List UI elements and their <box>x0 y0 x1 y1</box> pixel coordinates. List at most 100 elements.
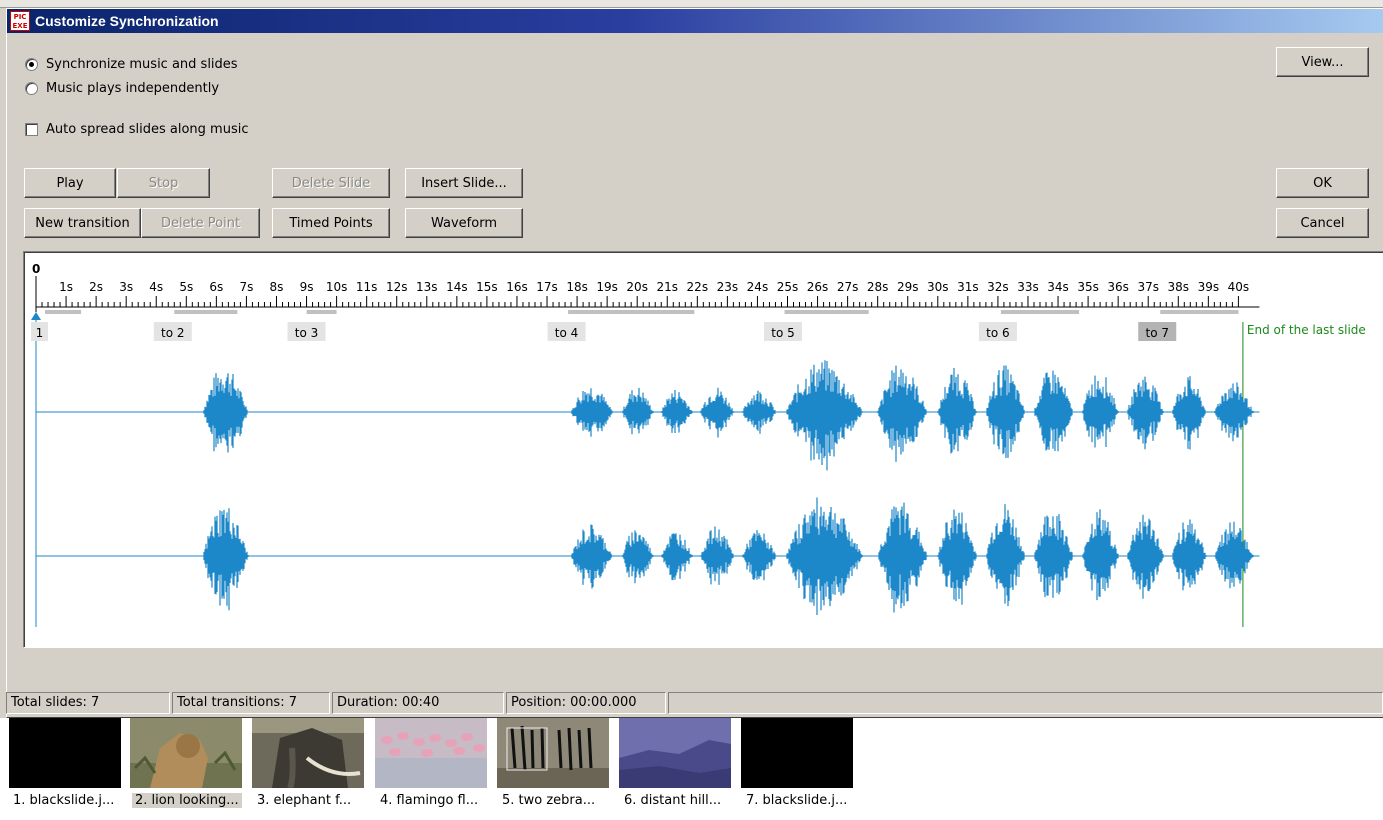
ruler-tick-label: 34s <box>1047 280 1069 294</box>
ruler-tick-label: 9s <box>300 280 314 294</box>
ruler-tick-label: 18s <box>566 280 588 294</box>
slide-label-2[interactable]: 2. lion looking... <box>132 793 242 808</box>
transition-duration-bar <box>784 310 869 314</box>
ruler-tick-label: 26s <box>807 280 829 294</box>
delete-slide-button[interactable]: Delete Slide <box>272 168 390 198</box>
status-total-transitions: Total transitions: 7 <box>172 692 330 714</box>
slide-thumbnail-5[interactable] <box>497 718 609 788</box>
ruler-tick-label: 1s <box>59 280 73 294</box>
ruler-tick-label: 39s <box>1198 280 1220 294</box>
checkbox[interactable] <box>25 122 38 136</box>
ruler-tick-label: 21s <box>656 280 678 294</box>
transition-marker-label: to 2 <box>161 326 185 340</box>
ruler-tick-label: 4s <box>149 280 163 294</box>
ok-button[interactable]: OK <box>1276 168 1369 198</box>
view-button[interactable]: View... <box>1276 47 1369 77</box>
zebra-thumbnail-image <box>497 718 609 788</box>
ruler-tick-label: 16s <box>506 280 528 294</box>
checkbox-auto-spread[interactable]: Auto spread slides along music <box>25 120 249 138</box>
slide-label-7[interactable]: 7. blackslide.j... <box>743 793 850 808</box>
transition-marker-label: to 6 <box>986 326 1010 340</box>
ruler-tick-label: 35s <box>1077 280 1099 294</box>
radio-button-selected[interactable] <box>25 57 38 71</box>
radio-independent[interactable]: Music plays independently <box>25 79 219 97</box>
ruler-tick-label: 36s <box>1107 280 1129 294</box>
distant-hills-thumbnail-image <box>619 718 731 788</box>
transition-duration-bar <box>45 310 82 314</box>
flamingo-thumbnail-image <box>375 718 487 788</box>
insert-slide-button[interactable]: Insert Slide... <box>405 168 523 198</box>
timed-points-button[interactable]: Timed Points <box>272 208 390 238</box>
ruler-tick-label: 37s <box>1137 280 1159 294</box>
lion-thumbnail-image <box>130 718 242 788</box>
ruler-tick-label: 10s <box>326 280 348 294</box>
transition-marker-label: 1 <box>36 326 44 340</box>
ruler-tick-label: 32s <box>987 280 1009 294</box>
slide-thumbnail-2[interactable] <box>130 718 242 788</box>
ruler-tick-label: 30s <box>927 280 949 294</box>
ruler-tick-label: 29s <box>897 280 919 294</box>
ruler-tick-label: 24s <box>747 280 769 294</box>
ruler-tick-label: 23s <box>717 280 739 294</box>
radio-synchronize[interactable]: Synchronize music and slides <box>25 55 238 73</box>
waveform-timeline-svg[interactable]: 0 1s 2s 3s 4s 5s 6s 7s 8s 9s 10s 11s 12s 13s 14s 15s 16s… <box>24 252 1383 648</box>
window-title: Customize Synchronization <box>35 13 219 29</box>
slide-thumbnail-7[interactable] <box>741 718 853 788</box>
ruler-tick-label: 13s <box>416 280 438 294</box>
radio-independent-label: Music plays independently <box>46 80 220 96</box>
transition-duration-bar <box>1000 310 1080 314</box>
cancel-button[interactable]: Cancel <box>1276 208 1369 238</box>
waveform-channel-left <box>202 360 1254 471</box>
status-empty-cell <box>668 692 1383 714</box>
ruler-tick-label: 11s <box>356 280 378 294</box>
slide-thumbnail-6[interactable] <box>619 718 731 788</box>
status-position: Position: 00:00.000 <box>506 692 666 714</box>
new-transition-button[interactable]: New transition <box>24 208 141 238</box>
transition-duration-bar <box>1160 310 1239 314</box>
transition-duration-bar <box>174 310 238 314</box>
ruler-tick-label: 6s <box>209 280 223 294</box>
ruler-tick-label: 38s <box>1168 280 1190 294</box>
radio-button[interactable] <box>25 81 38 95</box>
slide-thumbnail-1[interactable] <box>9 718 121 788</box>
playhead-marker <box>31 312 41 320</box>
slide-label-6[interactable]: 6. distant hill... <box>621 793 724 808</box>
ruler-tick-label: 15s <box>476 280 498 294</box>
ruler-tick-label: 27s <box>837 280 859 294</box>
checkbox-auto-spread-label: Auto spread slides along music <box>46 121 249 137</box>
slide-thumbnail-strip: 1. blackslide.j... 2. lion looking... 3.… <box>0 718 1383 820</box>
transition-duration-bar <box>568 310 695 314</box>
title-bar[interactable]: PIC EXE Customize Synchronization <box>7 9 1383 33</box>
elephant-thumbnail-image <box>252 718 364 788</box>
timeline-zero-label: 0 <box>32 262 40 276</box>
customize-synchronization-dialog: PIC EXE Customize Synchronization Synchr… <box>6 8 1383 718</box>
slide-label-1[interactable]: 1. blackslide.j... <box>10 793 117 808</box>
delete-point-button[interactable]: Delete Point <box>141 208 260 238</box>
ruler-tick-label: 25s <box>777 280 799 294</box>
status-total-slides: Total slides: 7 <box>6 692 170 714</box>
transition-duration-bar <box>306 310 337 314</box>
radio-synchronize-label: Synchronize music and slides <box>46 56 238 72</box>
transition-marker-label: to 4 <box>555 326 579 340</box>
transition-marker-label: to 5 <box>771 326 795 340</box>
transition-marker-label: to 7 <box>1145 326 1169 340</box>
ruler-tick-label: 40s <box>1228 280 1250 294</box>
play-button[interactable]: Play <box>24 168 116 198</box>
slide-label-4[interactable]: 4. flamingo fl... <box>377 793 481 808</box>
status-bar: Total slides: 7 Total transitions: 7 Dur… <box>6 692 1383 714</box>
waveform-button[interactable]: Waveform <box>405 208 523 238</box>
ruler-tick-label: 14s <box>446 280 468 294</box>
slide-label-3[interactable]: 3. elephant f... <box>254 793 354 808</box>
waveform-timeline-panel[interactable]: 0 1s 2s 3s 4s 5s 6s 7s 8s 9s 10s 11s 12s 13s 14s 15s 16s… <box>23 251 1383 648</box>
slide-thumbnail-4[interactable] <box>375 718 487 788</box>
ruler-tick-label: 7s <box>239 280 253 294</box>
ruler-tick-label: 12s <box>386 280 408 294</box>
slide-thumbnail-3[interactable] <box>252 718 364 788</box>
ruler-tick-label: 8s <box>270 280 284 294</box>
stop-button[interactable]: Stop <box>117 168 210 198</box>
ruler-tick-label: 2s <box>89 280 103 294</box>
slide-label-5[interactable]: 5. two zebra... <box>499 793 598 808</box>
ruler-tick-label: 20s <box>626 280 648 294</box>
ruler-tick-label: 22s <box>687 280 709 294</box>
ruler-tick-label: 28s <box>867 280 889 294</box>
